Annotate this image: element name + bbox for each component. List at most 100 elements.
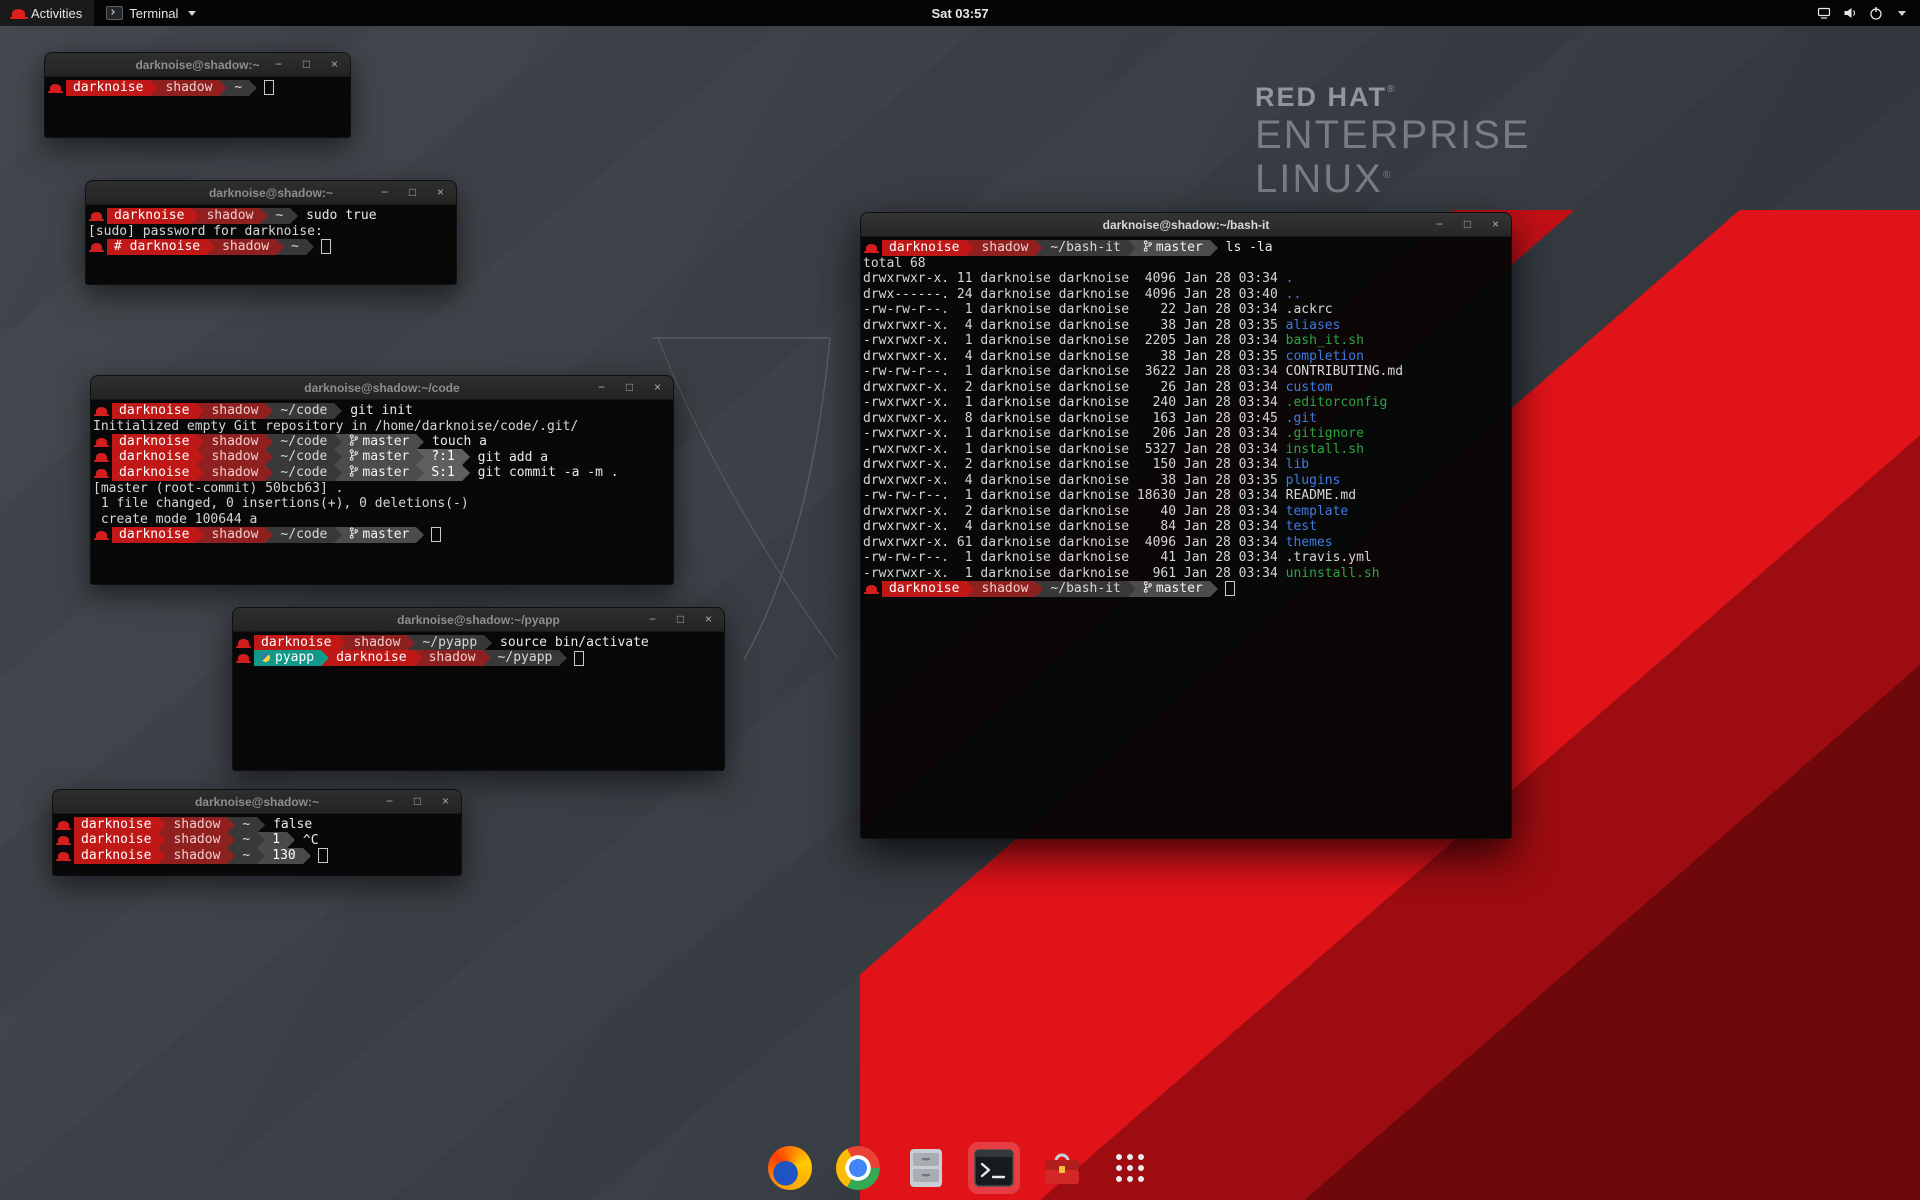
powerline-arrow-icon (416, 527, 424, 543)
window-titlebar[interactable]: darknoise@shadow:~/bash-it − □ × (861, 213, 1511, 237)
terminal-text: git init (342, 403, 412, 418)
prompt-segment-path: ~ (227, 80, 249, 96)
redhat-prompt-icon (58, 852, 69, 860)
minimize-button[interactable]: − (377, 185, 392, 200)
maximize-button[interactable]: □ (622, 380, 637, 395)
toolbox-icon (1040, 1146, 1084, 1190)
maximize-button[interactable]: □ (1460, 217, 1475, 232)
git-branch-icon (349, 449, 358, 465)
terminal-content[interactable]: darknoiseshadow~/pyapp source bin/activa… (233, 632, 724, 669)
window-titlebar[interactable]: darknoise@shadow:~ − □ × (53, 790, 461, 814)
powerline-arrow-icon (196, 403, 204, 419)
close-button[interactable]: × (327, 57, 342, 72)
terminal-line: drwxrwxr-x. 8 darknoise darknoise 163 Ja… (863, 411, 1509, 427)
powerline-arrow-icon (196, 449, 204, 465)
prompt-segment-host: shadow (204, 527, 265, 543)
minimize-button[interactable]: − (1432, 217, 1447, 232)
terminal-line: -rwxrwxr-x. 1 darknoise darknoise 5327 J… (863, 442, 1509, 458)
terminal-content[interactable]: darknoiseshadow~ (45, 77, 350, 99)
maximize-button[interactable]: □ (673, 612, 688, 627)
powerline-arrow-icon (276, 239, 284, 255)
prompt-segment-path: ~/code (273, 527, 334, 543)
top-bar: Activities Terminal Sat 03:57 (0, 0, 1920, 26)
power-icon (1868, 5, 1884, 21)
prompt-segment-path: ~ (284, 239, 306, 255)
redhat-logo-icon (12, 9, 25, 18)
dock-firefox[interactable] (764, 1142, 816, 1194)
terminal-line: create mode 100644 a (93, 512, 671, 528)
prompt-segment-host: shadow (422, 650, 483, 666)
terminal-line: drwxrwxr-x. 2 darknoise darknoise 40 Jan… (863, 504, 1509, 520)
window-titlebar[interactable]: darknoise@shadow:~/pyapp − □ × (233, 608, 724, 632)
redhat-prompt-icon (238, 639, 249, 647)
powerline-arrow-icon (257, 832, 265, 848)
system-status-area[interactable] (1808, 0, 1914, 26)
terminal-icon (972, 1146, 1016, 1190)
terminal-window-pyapp[interactable]: darknoise@shadow:~/pyapp − □ × darknoise… (232, 607, 725, 771)
prompt-segment-host: shadow (204, 465, 265, 481)
maximize-button[interactable]: □ (299, 57, 314, 72)
prompt-segment-git: master (1136, 581, 1210, 597)
close-button[interactable]: × (650, 380, 665, 395)
terminal-window-code[interactable]: darknoise@shadow:~/code − □ × darknoises… (90, 375, 674, 585)
close-button[interactable]: × (1488, 217, 1503, 232)
prompt-segment-host: shadow (974, 581, 1035, 597)
minimize-button[interactable]: − (645, 612, 660, 627)
terminal-cursor (431, 527, 441, 542)
maximize-button[interactable]: □ (405, 185, 420, 200)
powerline-arrow-icon (150, 80, 158, 96)
window-titlebar[interactable]: darknoise@shadow:~/code − □ × (91, 376, 673, 400)
network-icon (1816, 5, 1832, 21)
terminal-content[interactable]: darknoiseshadow~ falsedarknoiseshadow~1 … (53, 814, 461, 867)
terminal-text: -rwxrwxr-x. 1 darknoise darknoise 240 Ja… (863, 395, 1286, 410)
terminal-line: 1 file changed, 0 insertions(+), 0 delet… (93, 496, 671, 512)
terminal-line: darknoiseshadow~/code git init (93, 403, 671, 419)
terminal-text: lib (1286, 457, 1309, 472)
terminal-window-bashit[interactable]: darknoise@shadow:~/bash-it − □ × darknoi… (860, 212, 1512, 839)
dock-toolbox[interactable] (1036, 1142, 1088, 1194)
prompt-segment-path: ~/code (273, 403, 334, 419)
prompt-segment-git: master (342, 434, 416, 450)
terminal-text: sudo true (298, 208, 376, 223)
chrome-icon (836, 1146, 880, 1190)
close-button[interactable]: × (438, 794, 453, 809)
terminal-line: [master (root-commit) 50bcb63] . (93, 481, 671, 497)
powerline-arrow-icon (966, 240, 974, 256)
terminal-text: -rw-rw-r--. 1 darknoise darknoise 41 Jan… (863, 550, 1372, 565)
activities-button[interactable]: Activities (0, 0, 94, 26)
terminal-content[interactable]: darknoiseshadow~ sudo true[sudo] passwor… (86, 205, 456, 258)
terminal-window-exitcodes[interactable]: darknoise@shadow:~ − □ × darknoiseshadow… (52, 789, 462, 876)
prompt-segment-user: darknoise (66, 80, 150, 96)
dock-chrome[interactable] (832, 1142, 884, 1194)
terminal-text: drwxrwxr-x. 2 darknoise darknoise 150 Ja… (863, 457, 1286, 472)
minimize-button[interactable]: − (382, 794, 397, 809)
powerline-arrow-icon (158, 832, 166, 848)
minimize-button[interactable]: − (271, 57, 286, 72)
terminal-text: plugins (1286, 473, 1341, 488)
terminal-window-sudo[interactable]: darknoise@shadow:~ − □ × darknoiseshadow… (85, 180, 457, 285)
close-button[interactable]: × (433, 185, 448, 200)
minimize-button[interactable]: − (594, 380, 609, 395)
terminal-text: drwxrwxr-x. 4 darknoise darknoise 38 Jan… (863, 473, 1286, 488)
maximize-button[interactable]: □ (410, 794, 425, 809)
powerline-arrow-icon (416, 465, 424, 481)
window-title: darknoise@shadow:~/bash-it (1103, 218, 1270, 232)
redhat-prompt-icon (238, 654, 249, 662)
terminal-line: darknoiseshadow~/pyapp source bin/activa… (235, 635, 722, 651)
window-titlebar[interactable]: darknoise@shadow:~ − □ × (86, 181, 456, 205)
dock-files[interactable] (900, 1142, 952, 1194)
terminal-text: drwxrwxr-x. 4 darknoise darknoise 38 Jan… (863, 318, 1286, 333)
prompt-segment-host: shadow (166, 848, 227, 864)
prompt-segment-user: darknoise (112, 403, 196, 419)
terminal-text: template (1286, 504, 1349, 519)
window-titlebar[interactable]: darknoise@shadow:~ − □ × (45, 53, 350, 77)
terminal-content[interactable]: darknoiseshadow~/code git initInitialize… (91, 400, 673, 546)
dock-terminal[interactable] (968, 1142, 1020, 1194)
clock[interactable]: Sat 03:57 (921, 0, 998, 26)
terminal-window-home[interactable]: darknoise@shadow:~ − □ × darknoiseshadow… (44, 52, 351, 138)
terminal-content[interactable]: darknoiseshadow~/bash-itmaster ls -latot… (861, 237, 1511, 600)
dock-show-apps[interactable] (1104, 1142, 1156, 1194)
app-menu-terminal[interactable]: Terminal (94, 0, 208, 26)
prompt-segment-code: 130 (265, 848, 302, 864)
close-button[interactable]: × (701, 612, 716, 627)
